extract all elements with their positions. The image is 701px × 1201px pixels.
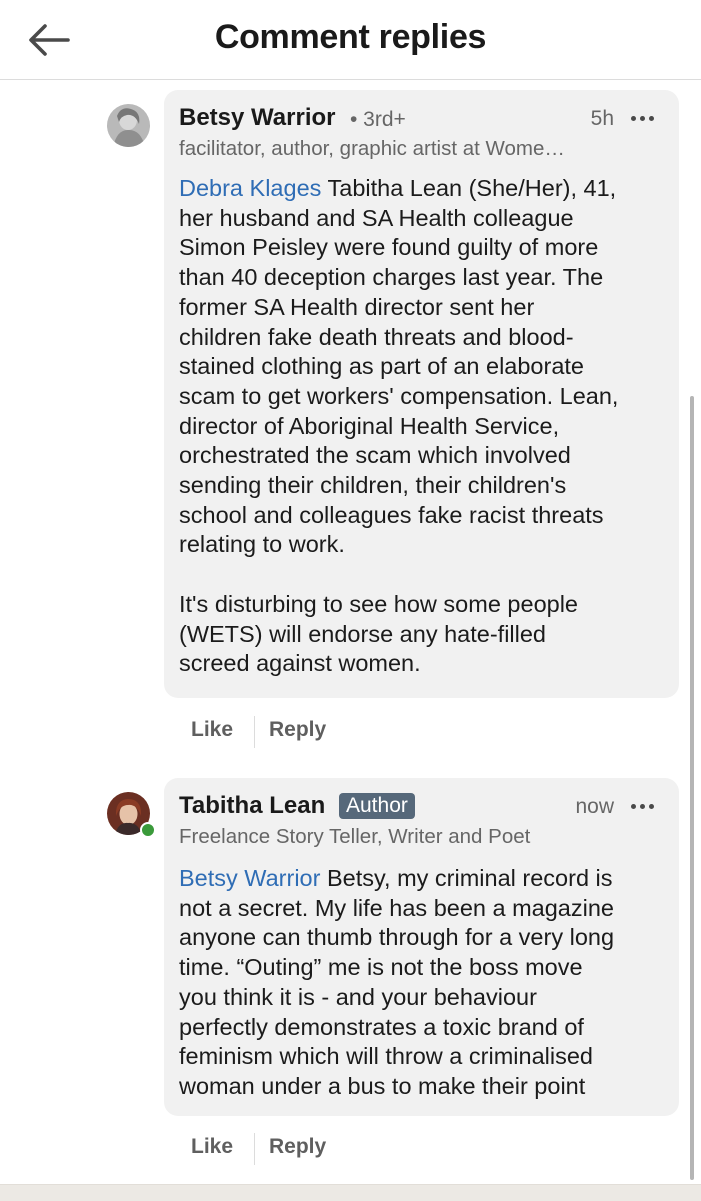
more-horizontal-icon-dot [649, 804, 654, 809]
comment-bubble: Tabitha Lean Author now Freelance Story … [164, 778, 679, 1116]
comment-line: anyone can thumb through for a very long [179, 924, 615, 951]
comment-line: It's disturbing to see how some people [179, 590, 578, 617]
comment-line: time. “Outing” me is not the boss move [179, 954, 583, 981]
online-status-indicator [140, 822, 156, 838]
avatar[interactable] [107, 104, 150, 147]
more-horizontal-icon-dot [649, 116, 654, 121]
comment-author-name[interactable]: Tabitha Lean [179, 792, 325, 820]
more-horizontal-icon [631, 116, 636, 121]
bottom-edge [0, 1184, 701, 1201]
comment-line: Betsy Warrior Betsy, my criminal record … [179, 865, 613, 891]
more-horizontal-icon-dot [640, 804, 645, 809]
comment-author-name[interactable]: Betsy Warrior [179, 104, 336, 132]
more-horizontal-icon-dot [640, 116, 645, 121]
profile-photo-betsy [107, 104, 150, 147]
comment-line: sending their children, their children's [179, 472, 567, 499]
author-headline: facilitator, author, graphic artist at W… [179, 137, 565, 160]
comment-line: Debra Klages Tabitha Lean (She/Her), 41, [179, 175, 617, 201]
comment-line-blank [179, 560, 667, 590]
scrollbar[interactable] [690, 396, 694, 1180]
comment-line: than 40 deception charges last year. The [179, 264, 604, 291]
comment-line: orchestrated the scam which involved [179, 442, 571, 469]
comment-text: Betsy Warrior Betsy, my criminal record … [179, 864, 667, 1102]
like-button[interactable]: Like [191, 718, 233, 742]
comment-line: stained clothing as part of an elaborate [179, 353, 584, 380]
author-headline: Freelance Story Teller, Writer and Poet [179, 825, 531, 848]
more-options-button[interactable] [631, 802, 657, 812]
mention-link[interactable]: Betsy Warrior [179, 865, 320, 891]
comment-line: not a secret. My life has been a magazin… [179, 894, 614, 921]
comment-line: former SA Health director sent her [179, 293, 535, 320]
top-bar: Comment replies [0, 0, 701, 80]
comment-line: school and colleagues fake racist threat… [179, 501, 604, 528]
comment-line: her husband and SA Health colleague [179, 204, 574, 231]
comment-line: Simon Peisley were found guilty of more [179, 234, 599, 261]
mention-link[interactable]: Debra Klages [179, 175, 321, 201]
reply-button[interactable]: Reply [269, 718, 326, 742]
comment-line: director of Aboriginal Health Service, [179, 412, 560, 439]
comment-bubble: Betsy Warrior • 3rd+ 5h facilitator, aut… [164, 90, 679, 698]
comment-line: scam to get workers' compensation. Lean, [179, 382, 619, 409]
page-title: Comment replies [214, 18, 487, 56]
comment-line: perfectly demonstrates a toxic brand of [179, 1013, 584, 1040]
author-badge: Author [339, 793, 415, 819]
action-divider [254, 1133, 255, 1165]
comment-line: children fake death threats and blood- [179, 323, 574, 350]
comment-line: you think it is - and your behaviour [179, 983, 537, 1010]
reply-button[interactable]: Reply [269, 1135, 326, 1159]
comment-timestamp: now [575, 795, 614, 818]
comment-timestamp: 5h [590, 107, 614, 130]
action-divider [254, 716, 255, 748]
like-button[interactable]: Like [191, 1135, 233, 1159]
more-options-button[interactable] [631, 114, 657, 124]
more-horizontal-icon [631, 804, 636, 809]
comment-line: feminism which will throw a criminalised [179, 1043, 593, 1070]
avatar[interactable] [107, 792, 156, 838]
comment-line: (WETS) will endorse any hate-filled [179, 620, 546, 647]
comment-line: screed against women. [179, 650, 421, 677]
connection-degree: • 3rd+ [350, 108, 406, 131]
comment-line: relating to work. [179, 531, 345, 558]
comment-text: Debra Klages Tabitha Lean (She/Her), 41,… [179, 174, 667, 679]
comment-line: woman under a bus to make their point [179, 1072, 586, 1099]
